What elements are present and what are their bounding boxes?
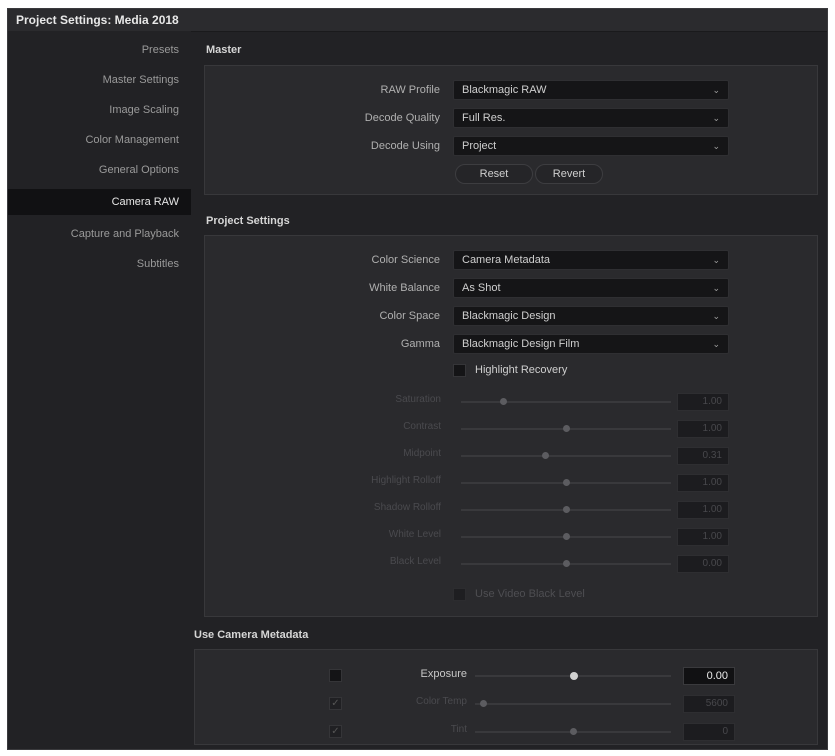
gamma-value: Blackmagic Design Film	[462, 338, 580, 350]
color-space-label: Color Space	[379, 310, 440, 322]
color-science-value: Camera Metadata	[462, 254, 551, 266]
saturation-label: Saturation	[395, 394, 441, 405]
sidebar-item-color-management[interactable]: Color Management	[8, 127, 191, 153]
exposure-label: Exposure	[420, 668, 467, 680]
revert-button[interactable]: Revert	[535, 164, 603, 184]
title-bar: Project Settings: Media 2018	[8, 9, 827, 32]
sidebar-item-image-scaling[interactable]: Image Scaling	[8, 97, 191, 123]
color-science-label: Color Science	[371, 254, 440, 266]
black-level-label: Black Level	[389, 556, 441, 567]
reset-button[interactable]: Reset	[455, 164, 533, 184]
sidebar-item-subtitles[interactable]: Subtitles	[8, 251, 191, 277]
video-black-level-checkbox[interactable]	[453, 588, 466, 601]
decode-using-label: Decode Using	[370, 140, 440, 152]
color-space-dropdown[interactable]: Blackmagic Design ⌄	[453, 306, 729, 326]
raw-profile-label: RAW Profile	[380, 84, 441, 96]
chevron-down-icon: ⌄	[712, 85, 720, 95]
project-settings-window: Project Settings: Media 2018 Presets Mas…	[7, 8, 828, 750]
color-temp-checkbox[interactable]: ✓	[329, 697, 342, 710]
highlight-recovery-label: Highlight Recovery	[475, 364, 568, 376]
chevron-down-icon: ⌄	[712, 339, 720, 349]
window-title: Project Settings: Media 2018	[16, 13, 179, 27]
shadow-rolloff-slider-handle[interactable]	[563, 506, 570, 513]
tint-value-field[interactable]: 0	[683, 723, 735, 741]
tint-label: Tint	[450, 724, 467, 735]
color-temp-slider-handle[interactable]	[479, 700, 487, 707]
black-level-slider[interactable]	[461, 560, 671, 567]
project-settings-section-title: Project Settings	[206, 215, 290, 227]
decode-quality-dropdown[interactable]: Full Res. ⌄	[453, 108, 729, 128]
camera-metadata-section-title: Use Camera Metadata	[194, 629, 309, 641]
master-panel: RAW Profile Blackmagic RAW ⌄ Decode Qual…	[204, 65, 818, 195]
contrast-slider[interactable]	[461, 425, 671, 432]
sidebar-item-general-options[interactable]: General Options	[8, 157, 191, 183]
highlight-rolloff-value-field[interactable]: 1.00	[677, 474, 729, 492]
color-temp-slider[interactable]	[475, 700, 671, 707]
white-level-value-field[interactable]: 1.00	[677, 528, 729, 546]
shadow-rolloff-label: Shadow Rolloff	[373, 502, 441, 513]
video-black-level-label: Use Video Black Level	[475, 588, 585, 600]
highlight-rolloff-slider-handle[interactable]	[563, 479, 570, 486]
exposure-checkbox[interactable]	[329, 669, 342, 682]
highlight-rolloff-slider[interactable]	[461, 479, 671, 486]
exposure-slider[interactable]	[475, 672, 671, 680]
color-science-dropdown[interactable]: Camera Metadata ⌄	[453, 250, 729, 270]
checkmark-icon: ✓	[331, 726, 340, 737]
white-level-slider-handle[interactable]	[563, 533, 570, 540]
master-section-title: Master	[206, 44, 242, 56]
midpoint-slider[interactable]	[461, 452, 671, 459]
checkmark-icon: ✓	[331, 698, 340, 709]
chevron-down-icon: ⌄	[712, 255, 720, 265]
sidebar-item-camera-raw[interactable]: Camera RAW	[8, 189, 191, 215]
black-level-value-field[interactable]: 0.00	[677, 555, 729, 573]
color-temp-value-field[interactable]: 5600	[683, 695, 735, 713]
white-level-slider[interactable]	[461, 533, 671, 540]
shadow-rolloff-slider[interactable]	[461, 506, 671, 513]
camera-metadata-panel: Exposure 0.00 ✓ Color Temp 5600 ✓ Tint 0	[194, 649, 818, 745]
exposure-slider-handle[interactable]	[570, 672, 578, 680]
decode-using-dropdown[interactable]: Project ⌄	[453, 136, 729, 156]
contrast-value-field[interactable]: 1.00	[677, 420, 729, 438]
midpoint-slider-handle[interactable]	[542, 452, 549, 459]
tint-checkbox[interactable]: ✓	[329, 725, 342, 738]
raw-profile-value: Blackmagic RAW	[462, 84, 547, 96]
gamma-dropdown[interactable]: Blackmagic Design Film ⌄	[453, 334, 729, 354]
gamma-label: Gamma	[400, 338, 440, 350]
sidebar: Presets Master Settings Image Scaling Co…	[8, 31, 191, 749]
sidebar-item-capture-and-playback[interactable]: Capture and Playback	[8, 221, 191, 247]
highlight-recovery-checkbox[interactable]	[453, 364, 466, 377]
saturation-value-field[interactable]: 1.00	[677, 393, 729, 411]
exposure-value-field[interactable]: 0.00	[683, 667, 735, 685]
chevron-down-icon: ⌄	[712, 113, 720, 123]
contrast-label: Contrast	[403, 421, 441, 432]
decode-quality-label: Decode Quality	[364, 112, 440, 124]
chevron-down-icon: ⌄	[712, 283, 720, 293]
color-temp-label: Color Temp	[416, 696, 467, 707]
decode-quality-value: Full Res.	[462, 112, 506, 124]
midpoint-label: Midpoint	[403, 448, 441, 459]
saturation-slider[interactable]	[461, 398, 671, 405]
decode-using-value: Project	[462, 140, 497, 152]
highlight-rolloff-label: Highlight Rolloff	[371, 475, 441, 486]
sidebar-item-master-settings[interactable]: Master Settings	[8, 67, 191, 93]
chevron-down-icon: ⌄	[712, 141, 720, 151]
tint-slider[interactable]	[475, 728, 671, 735]
tint-slider-handle[interactable]	[570, 728, 577, 735]
shadow-rolloff-value-field[interactable]: 1.00	[677, 501, 729, 519]
contrast-slider-handle[interactable]	[563, 425, 570, 432]
project-settings-panel: Color Science Camera Metadata ⌄ White Ba…	[204, 235, 818, 617]
white-level-label: White Level	[388, 529, 441, 540]
saturation-slider-handle[interactable]	[500, 398, 507, 405]
sidebar-item-presets[interactable]: Presets	[8, 37, 191, 63]
white-balance-dropdown[interactable]: As Shot ⌄	[453, 278, 729, 298]
black-level-slider-handle[interactable]	[563, 560, 570, 567]
midpoint-value-field[interactable]: 0.31	[677, 447, 729, 465]
chevron-down-icon: ⌄	[712, 311, 720, 321]
raw-profile-dropdown[interactable]: Blackmagic RAW ⌄	[453, 80, 729, 100]
color-space-value: Blackmagic Design	[462, 310, 556, 322]
white-balance-value: As Shot	[462, 282, 501, 294]
white-balance-label: White Balance	[369, 282, 440, 294]
